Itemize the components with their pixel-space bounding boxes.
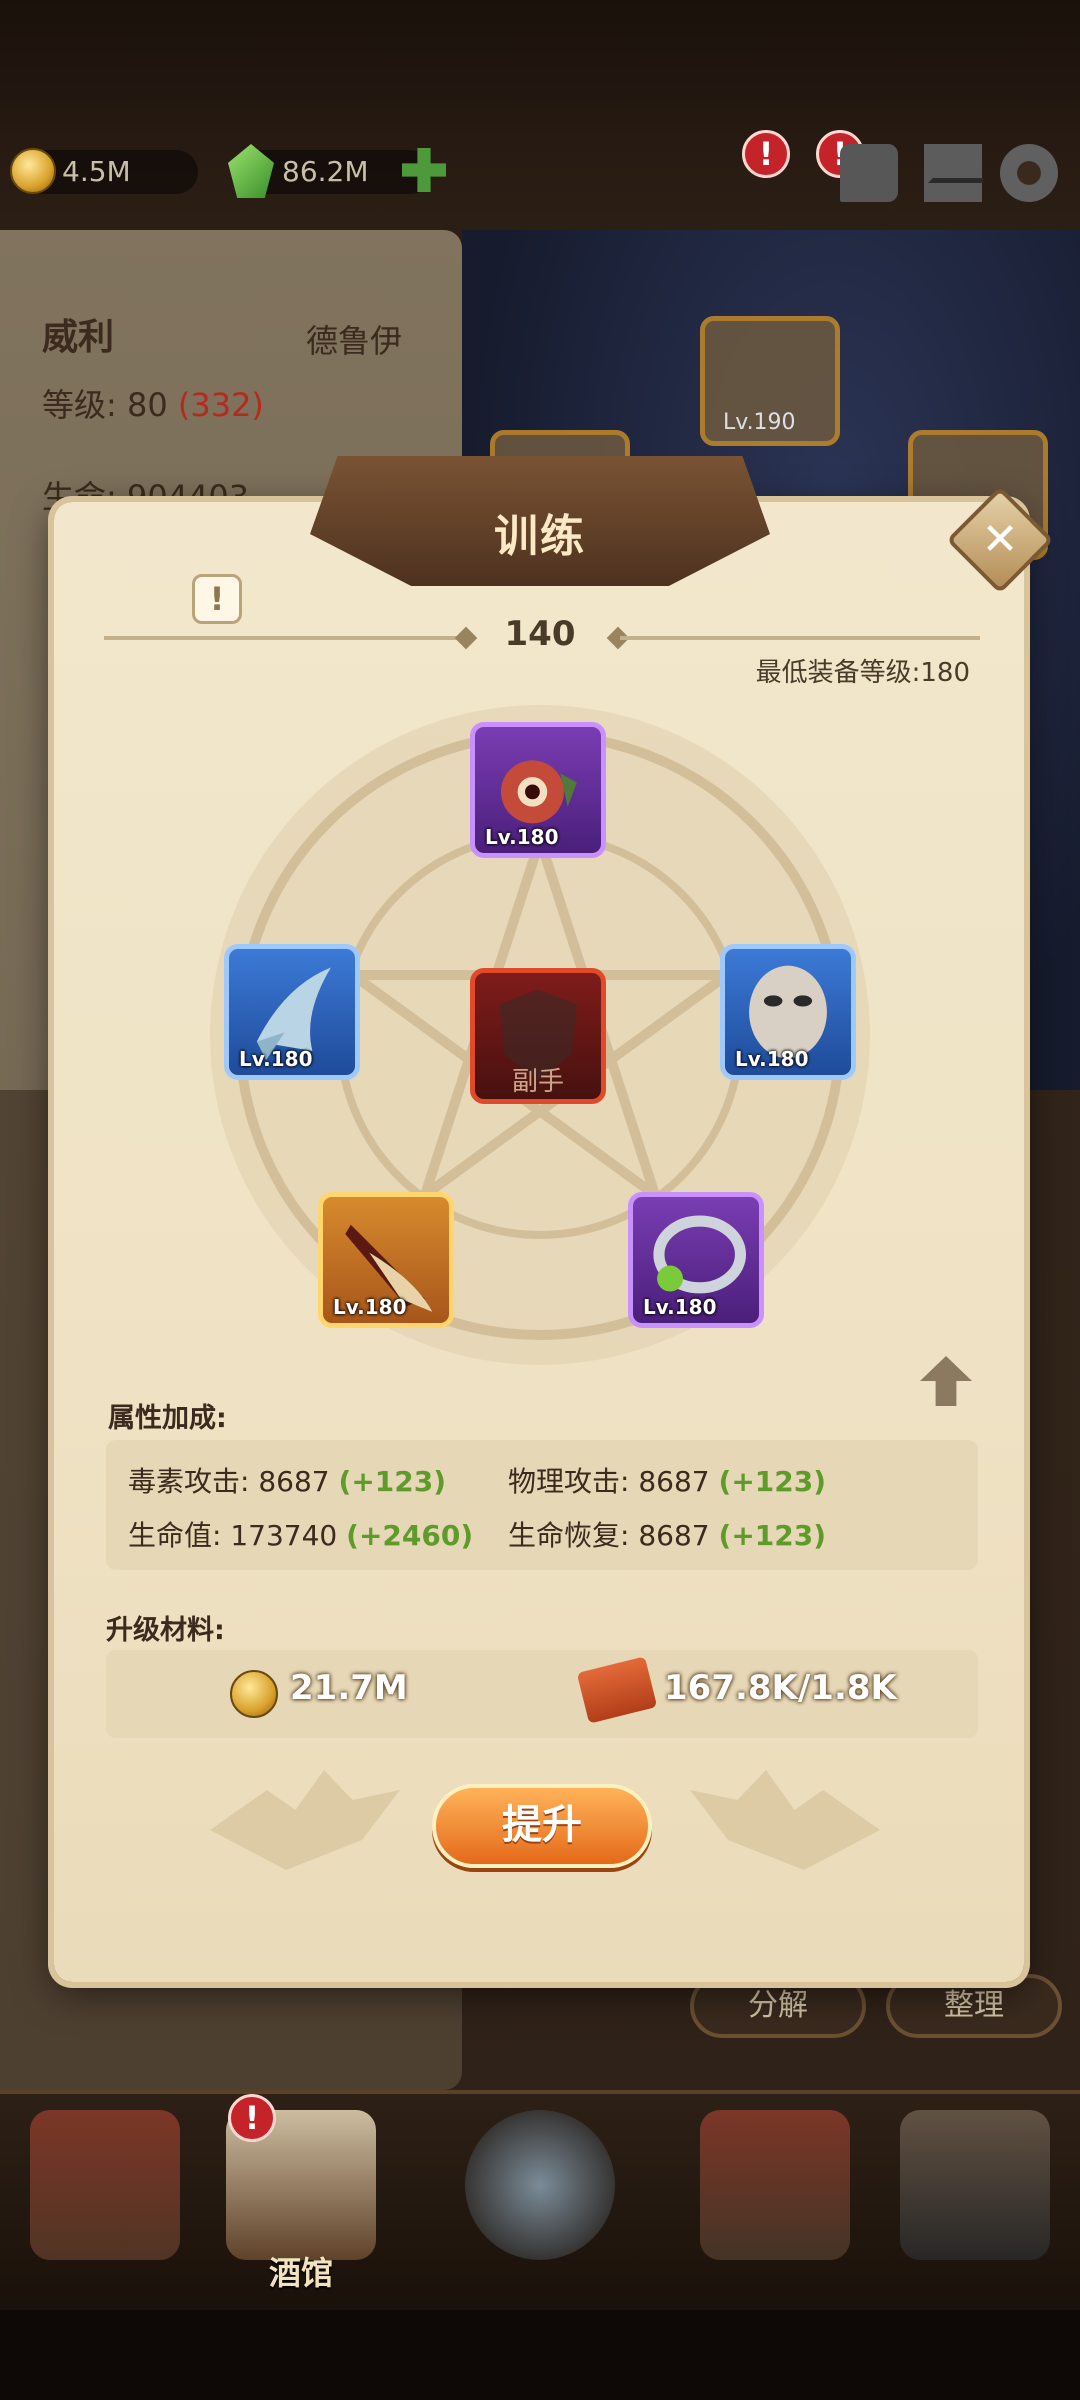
organize-button[interactable]: 整理 [886, 1974, 1062, 2038]
materials-title: 升级材料: [106, 1615, 225, 1646]
attribute-row: 毒素攻击: 8687 (+123) [128, 1465, 447, 1498]
dialog-title: 训练 [494, 511, 586, 562]
nav-portal[interactable] [455, 2110, 625, 2290]
system-bar [0, 2310, 1080, 2400]
eye-amulet-slot[interactable]: Lv.180 [470, 722, 606, 858]
gold-cost: 21.7M [290, 1668, 408, 1708]
house-icon [30, 2110, 180, 2260]
game-screen: 4.5M 86.2M ! ! 威利 德鲁伊 等级: 80 (332) 生命: 9… [0, 0, 1080, 2400]
decompose-button[interactable]: 分解 [690, 1974, 866, 2038]
attribute-row: 生命值: 173740 (+2460) [128, 1519, 474, 1552]
dagger-slot[interactable]: Lv.180 [318, 1192, 454, 1328]
min-equip-level: 最低装备等级:180 [755, 658, 970, 688]
scroll-cost: 167.8K/1.8K [664, 1668, 897, 1708]
mail-icon[interactable] [924, 144, 982, 202]
upgrade-button[interactable]: 提升 [432, 1784, 652, 1868]
claw-weapon-slot[interactable]: Lv.180 [224, 944, 360, 1080]
offhand-slot[interactable]: 副手 [470, 968, 606, 1104]
gem-counter[interactable]: 86.2M [228, 144, 446, 198]
divider [104, 636, 464, 640]
hero-name: 威利 [42, 317, 115, 358]
training-level: 140 [504, 614, 576, 654]
nav-forge[interactable] [890, 2110, 1060, 2290]
alert-badge-icon: ! [228, 2094, 276, 2142]
gem-icon [228, 144, 274, 198]
gold-coin-icon [10, 148, 56, 194]
divider [620, 636, 980, 640]
gem-amount: 86.2M [282, 155, 369, 188]
hero-level: 等级: 80 (332) [42, 386, 264, 424]
attributes-title: 属性加成: [108, 1403, 227, 1434]
top-bar: 4.5M 86.2M ! ! [0, 130, 1080, 230]
equipment-slot[interactable]: Lv.190 [700, 316, 840, 446]
attribute-row: 生命恢复: 8687 (+123) [508, 1519, 827, 1552]
nav-house[interactable] [20, 2110, 190, 2290]
altar-icon [700, 2110, 850, 2260]
nav-altar[interactable] [690, 2110, 860, 2290]
mask-slot[interactable]: Lv.180 [720, 944, 856, 1080]
gear-icon[interactable] [1000, 144, 1058, 202]
portal-icon [465, 2110, 615, 2260]
add-gems-icon[interactable] [402, 148, 446, 192]
info-icon[interactable]: ! [192, 574, 242, 624]
alert-badge-icon: ! [742, 130, 790, 178]
gold-counter[interactable]: 4.5M [10, 148, 198, 194]
gold-coin-icon [230, 1670, 278, 1718]
chat-icon[interactable] [840, 144, 898, 202]
hero-class: 德鲁伊 [306, 322, 403, 360]
attribute-row: 物理攻击: 8687 (+123) [508, 1465, 827, 1498]
close-icon[interactable]: ✕ [962, 502, 1038, 578]
ring-slot[interactable]: Lv.180 [628, 1192, 764, 1328]
forge-icon [900, 2110, 1050, 2260]
gold-amount: 4.5M [62, 155, 131, 188]
